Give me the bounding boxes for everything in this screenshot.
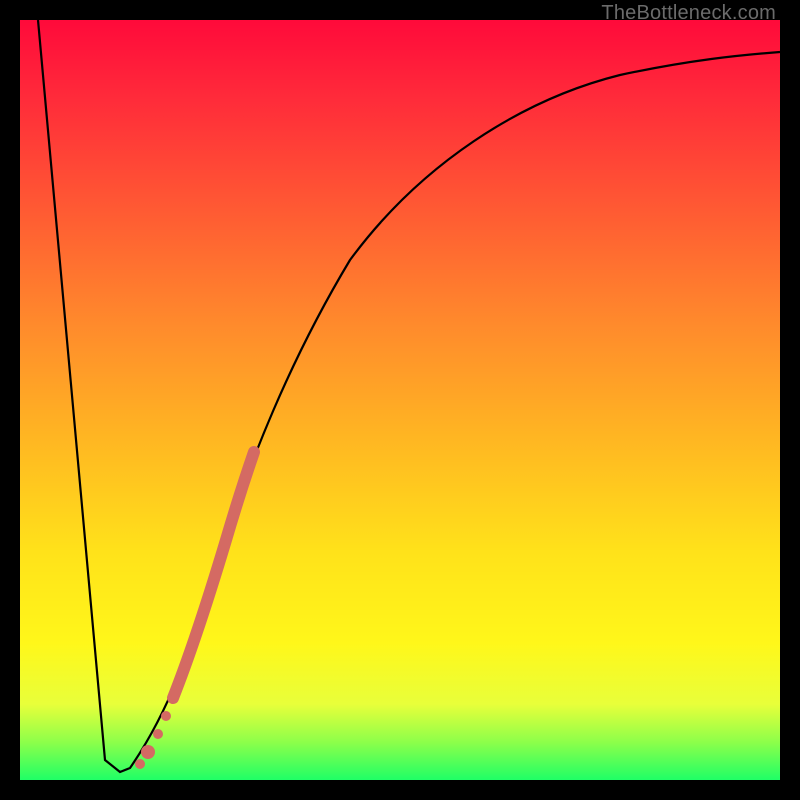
marker-dot bbox=[153, 729, 163, 739]
curve-layer bbox=[20, 20, 780, 780]
marker-dot bbox=[135, 759, 145, 769]
plot-area bbox=[20, 20, 780, 780]
marker-dot bbox=[141, 745, 155, 759]
chart-frame: TheBottleneck.com bbox=[0, 0, 800, 800]
highlight-segment bbox=[173, 452, 254, 698]
bottleneck-curve bbox=[38, 20, 780, 772]
marker-dot bbox=[161, 711, 171, 721]
